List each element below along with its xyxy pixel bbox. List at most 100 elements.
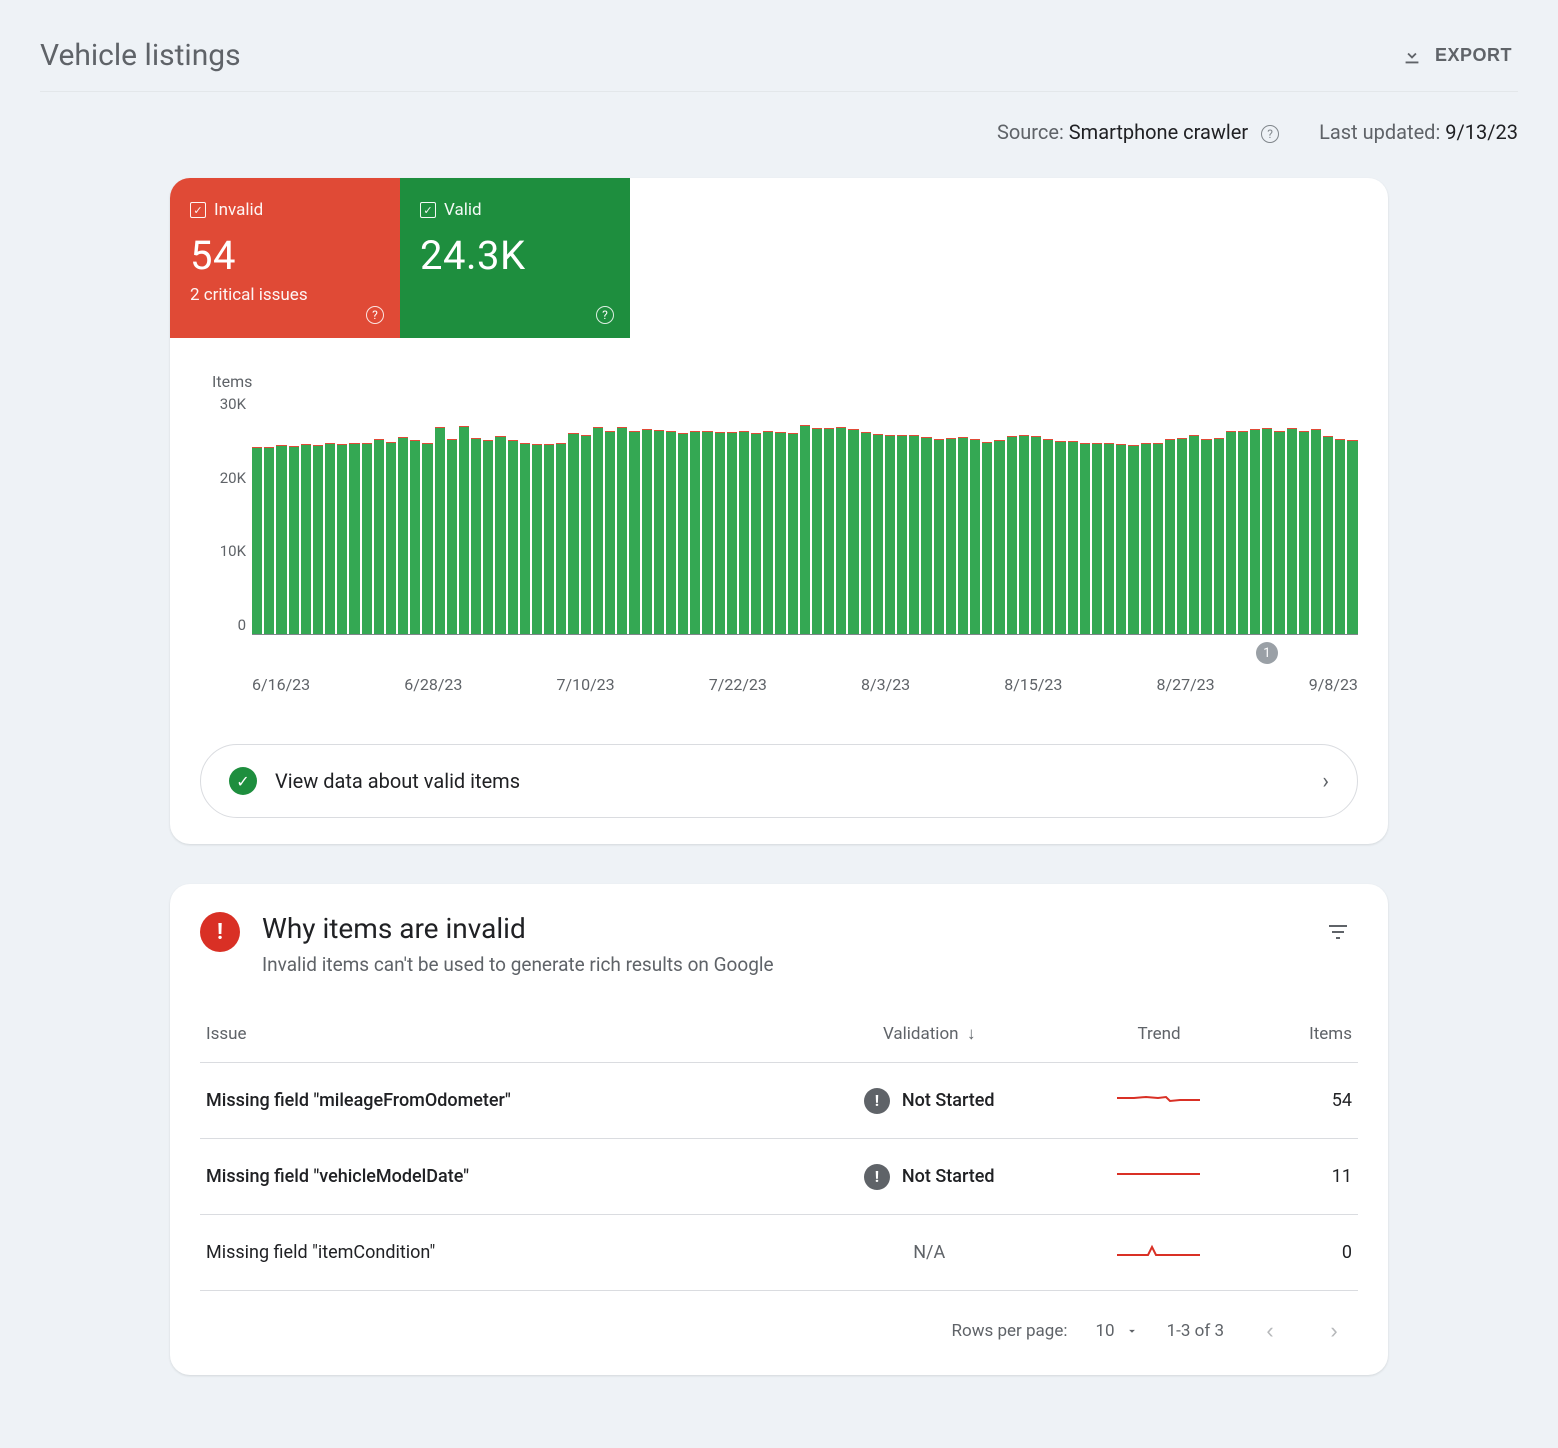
chart-bar[interactable] bbox=[702, 431, 712, 634]
chart-bar[interactable] bbox=[1347, 440, 1357, 634]
chart-bar[interactable] bbox=[1214, 438, 1224, 634]
chart-bar[interactable] bbox=[897, 435, 907, 634]
chart-bar[interactable] bbox=[994, 440, 1004, 634]
chart-bar[interactable] bbox=[386, 442, 396, 634]
chart-bar[interactable] bbox=[1323, 436, 1333, 634]
chart-bar[interactable] bbox=[861, 432, 871, 634]
chart-bar[interactable] bbox=[800, 425, 810, 634]
chart-bar[interactable] bbox=[581, 435, 591, 634]
chart-bar[interactable] bbox=[775, 432, 785, 634]
chart-bar[interactable] bbox=[1007, 436, 1017, 634]
chart-bar[interactable] bbox=[836, 427, 846, 634]
chart-bar[interactable] bbox=[690, 431, 700, 634]
chart-bar[interactable] bbox=[520, 443, 530, 634]
table-row[interactable]: Missing field "vehicleModelDate"!Not Sta… bbox=[200, 1139, 1358, 1215]
chart-bar[interactable] bbox=[544, 444, 554, 634]
view-valid-items-row[interactable]: ✓ View data about valid items › bbox=[200, 744, 1358, 818]
chart-bar[interactable] bbox=[934, 439, 944, 634]
table-row[interactable]: Missing field "mileageFromOdometer"!Not … bbox=[200, 1063, 1358, 1139]
chart-bar[interactable] bbox=[1250, 429, 1260, 634]
chart-bar[interactable] bbox=[1116, 444, 1126, 634]
chart-bar[interactable] bbox=[289, 446, 299, 634]
chart-bar[interactable] bbox=[349, 443, 359, 634]
chart-bar[interactable] bbox=[495, 436, 505, 634]
chart-bar[interactable] bbox=[946, 438, 956, 634]
chart-bar[interactable] bbox=[398, 437, 408, 634]
chart-bar[interactable] bbox=[727, 432, 737, 634]
chart-bar[interactable] bbox=[1335, 439, 1345, 634]
chart-bar[interactable] bbox=[252, 447, 262, 634]
chart-bar[interactable] bbox=[1262, 428, 1272, 634]
chart-bar[interactable] bbox=[715, 432, 725, 634]
chart-bar[interactable] bbox=[739, 431, 749, 634]
export-button[interactable]: EXPORT bbox=[1395, 44, 1518, 68]
chart-bar[interactable] bbox=[642, 429, 652, 634]
next-page-button[interactable]: › bbox=[1316, 1313, 1352, 1349]
chart-bar[interactable] bbox=[1043, 439, 1053, 634]
chart-bar[interactable] bbox=[1201, 439, 1211, 634]
chart-bar[interactable] bbox=[1031, 436, 1041, 634]
filter-button[interactable] bbox=[1318, 912, 1358, 955]
chart-bar[interactable] bbox=[532, 444, 542, 634]
tile-invalid[interactable]: ✓Invalid 54 2 critical issues ? bbox=[170, 178, 400, 338]
col-validation[interactable]: Validation ↓ bbox=[795, 1006, 1063, 1063]
chart-bar[interactable] bbox=[873, 434, 883, 634]
chart-bar[interactable] bbox=[751, 433, 761, 634]
chart-bar[interactable] bbox=[1153, 443, 1163, 634]
chart-bar[interactable] bbox=[788, 433, 798, 634]
chart-bar[interactable] bbox=[909, 435, 919, 634]
prev-page-button[interactable]: ‹ bbox=[1252, 1313, 1288, 1349]
chart-marker[interactable]: 1 bbox=[1256, 642, 1278, 664]
chart-bar[interactable] bbox=[629, 431, 639, 634]
chart-bar[interactable] bbox=[921, 437, 931, 634]
chart-bar[interactable] bbox=[556, 443, 566, 634]
table-row[interactable]: Missing field "itemCondition"N/A0 bbox=[200, 1215, 1358, 1291]
chart-bar[interactable] bbox=[812, 428, 822, 634]
rows-per-page-select[interactable]: 10 bbox=[1095, 1321, 1138, 1341]
chart-bar[interactable] bbox=[593, 427, 603, 634]
chart-bar[interactable] bbox=[982, 442, 992, 634]
help-icon[interactable]: ? bbox=[1261, 125, 1279, 143]
chart-bar[interactable] bbox=[422, 443, 432, 634]
chart-bar[interactable] bbox=[763, 431, 773, 634]
chart-bar[interactable] bbox=[301, 444, 311, 634]
chart-bar[interactable] bbox=[1274, 431, 1284, 634]
help-icon[interactable]: ? bbox=[596, 306, 614, 324]
chart-bar[interactable] bbox=[447, 439, 457, 634]
chart-bar[interactable] bbox=[1226, 431, 1236, 634]
chart-bar[interactable] bbox=[325, 443, 335, 634]
chart-bar[interactable] bbox=[1080, 443, 1090, 634]
chart-bar[interactable] bbox=[848, 429, 858, 634]
chart-bar[interactable] bbox=[337, 444, 347, 634]
chart-bar[interactable] bbox=[435, 427, 445, 634]
chart-bar[interactable] bbox=[1068, 441, 1078, 634]
chart-bar[interactable] bbox=[1019, 435, 1029, 634]
chart-bar[interactable] bbox=[568, 433, 578, 634]
chart-bar[interactable] bbox=[1189, 435, 1199, 634]
chart-bar[interactable] bbox=[1311, 429, 1321, 634]
chart-bar[interactable] bbox=[1177, 438, 1187, 634]
chart-bar[interactable] bbox=[678, 433, 688, 634]
chart-bar[interactable] bbox=[1287, 428, 1297, 634]
chart-bar[interactable] bbox=[1165, 439, 1175, 634]
chart-bar[interactable] bbox=[958, 437, 968, 634]
tile-valid[interactable]: ✓Valid 24.3K ? bbox=[400, 178, 630, 338]
chart-bar[interactable] bbox=[313, 445, 323, 634]
chart-bar[interactable] bbox=[824, 428, 834, 634]
chart-bar[interactable] bbox=[276, 445, 286, 634]
chart-bar[interactable] bbox=[1299, 431, 1309, 634]
chart-bar[interactable] bbox=[1141, 443, 1151, 634]
chart-bar[interactable] bbox=[483, 440, 493, 634]
chart-bar[interactable] bbox=[1104, 443, 1114, 634]
chart-bar[interactable] bbox=[1128, 445, 1138, 634]
chart-bar[interactable] bbox=[374, 439, 384, 634]
chart-bar[interactable] bbox=[666, 431, 676, 634]
chart-bar[interactable] bbox=[1238, 431, 1248, 634]
chart-bar[interactable] bbox=[471, 438, 481, 634]
chart-bar[interactable] bbox=[1092, 443, 1102, 634]
chart-bar[interactable] bbox=[410, 440, 420, 634]
chart-bar[interactable] bbox=[970, 439, 980, 634]
chart-bar[interactable] bbox=[459, 426, 469, 634]
chart-bar[interactable] bbox=[362, 443, 372, 634]
chart-bar[interactable] bbox=[508, 440, 518, 634]
